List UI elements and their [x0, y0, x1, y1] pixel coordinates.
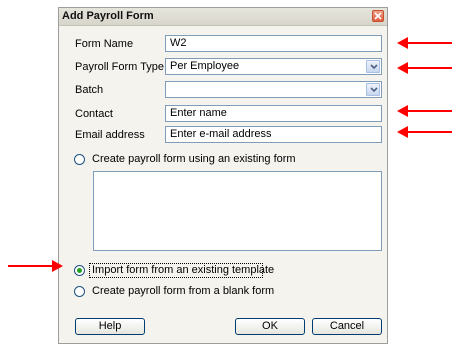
- dialog-title: Add Payroll Form: [62, 10, 154, 22]
- existing-forms-list[interactable]: [93, 171, 382, 251]
- annotation-arrow-icon: [397, 126, 452, 138]
- payroll-form-type-value: Per Employee: [170, 60, 240, 72]
- help-button[interactable]: Help: [75, 318, 145, 335]
- close-icon[interactable]: [372, 10, 384, 22]
- payroll-form-type-label: Payroll Form Type: [75, 61, 165, 73]
- contact-label: Contact: [75, 108, 113, 120]
- annotation-arrow-icon: [397, 105, 452, 117]
- chevron-down-icon[interactable]: [366, 83, 380, 96]
- cancel-button[interactable]: Cancel: [312, 318, 382, 335]
- email-address-label: Email address: [75, 129, 145, 141]
- form-name-input[interactable]: W2: [165, 35, 382, 52]
- ok-button[interactable]: OK: [235, 318, 305, 335]
- chevron-down-icon[interactable]: [366, 60, 380, 73]
- blank-form-radio[interactable]: [74, 286, 85, 297]
- import-template-option-label[interactable]: Import form from an existing template: [92, 264, 274, 276]
- annotation-arrow-icon: [8, 260, 63, 272]
- batch-label: Batch: [75, 84, 104, 96]
- add-payroll-form-dialog: Add Payroll Form Form Name W2 Payroll Fo…: [58, 7, 388, 344]
- title-bar[interactable]: Add Payroll Form: [59, 8, 387, 26]
- batch-select[interactable]: [165, 81, 382, 98]
- email-address-input[interactable]: Enter e-mail address: [165, 126, 382, 143]
- existing-form-option-label[interactable]: Create payroll form using an existing fo…: [92, 153, 296, 165]
- contact-input[interactable]: Enter name: [165, 105, 382, 122]
- existing-form-radio[interactable]: [74, 154, 85, 165]
- form-name-label: Form Name: [75, 38, 134, 50]
- blank-form-option-label[interactable]: Create payroll form from a blank form: [92, 285, 274, 297]
- annotation-arrow-icon: [397, 37, 452, 49]
- import-template-radio[interactable]: [74, 265, 85, 276]
- annotation-arrow-icon: [397, 62, 452, 74]
- payroll-form-type-select[interactable]: Per Employee: [165, 58, 382, 75]
